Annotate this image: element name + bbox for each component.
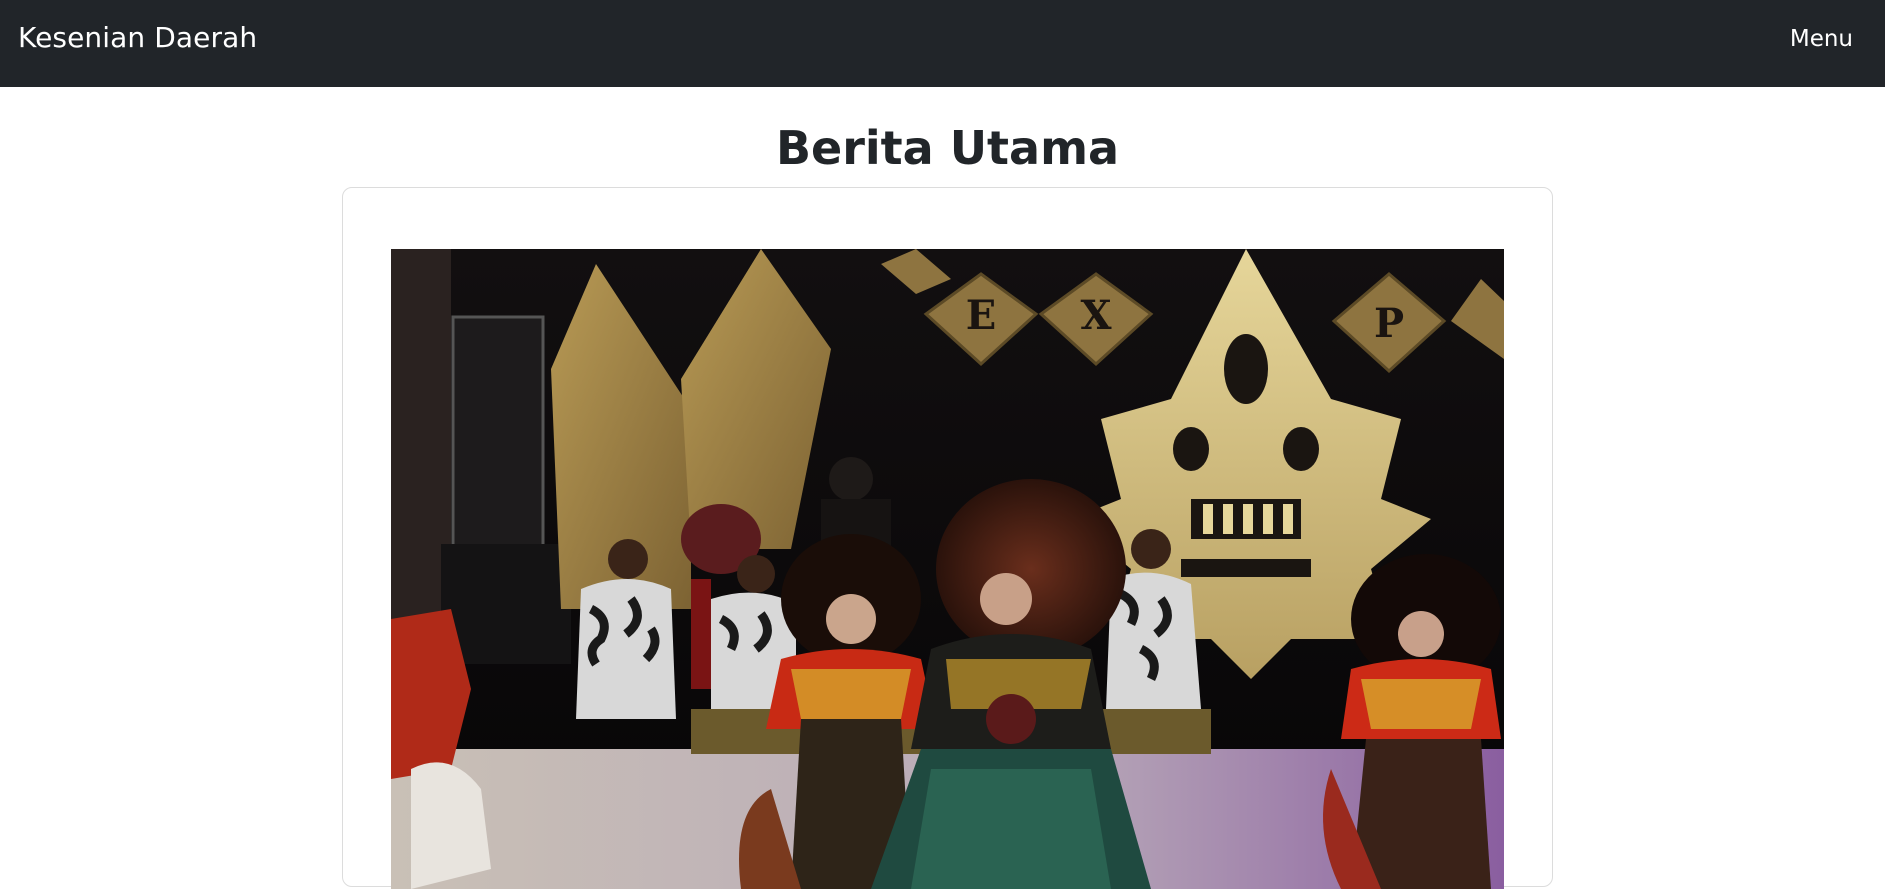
svg-text:P: P [1374, 300, 1404, 347]
page-title: Berita Utama [775, 121, 1120, 175]
top-navbar: Kesenian Daerah Menu [0, 0, 1885, 87]
news-card: E X P [342, 187, 1553, 889]
svg-text:X: X [1080, 292, 1111, 339]
menu-button[interactable]: Menu [1790, 24, 1853, 54]
svg-text:E: E [966, 292, 997, 339]
featured-news-image[interactable]: E X P [391, 249, 1504, 889]
performance-photo: E X P [391, 249, 1504, 889]
brand-link[interactable]: Kesenian Daerah [18, 20, 257, 56]
